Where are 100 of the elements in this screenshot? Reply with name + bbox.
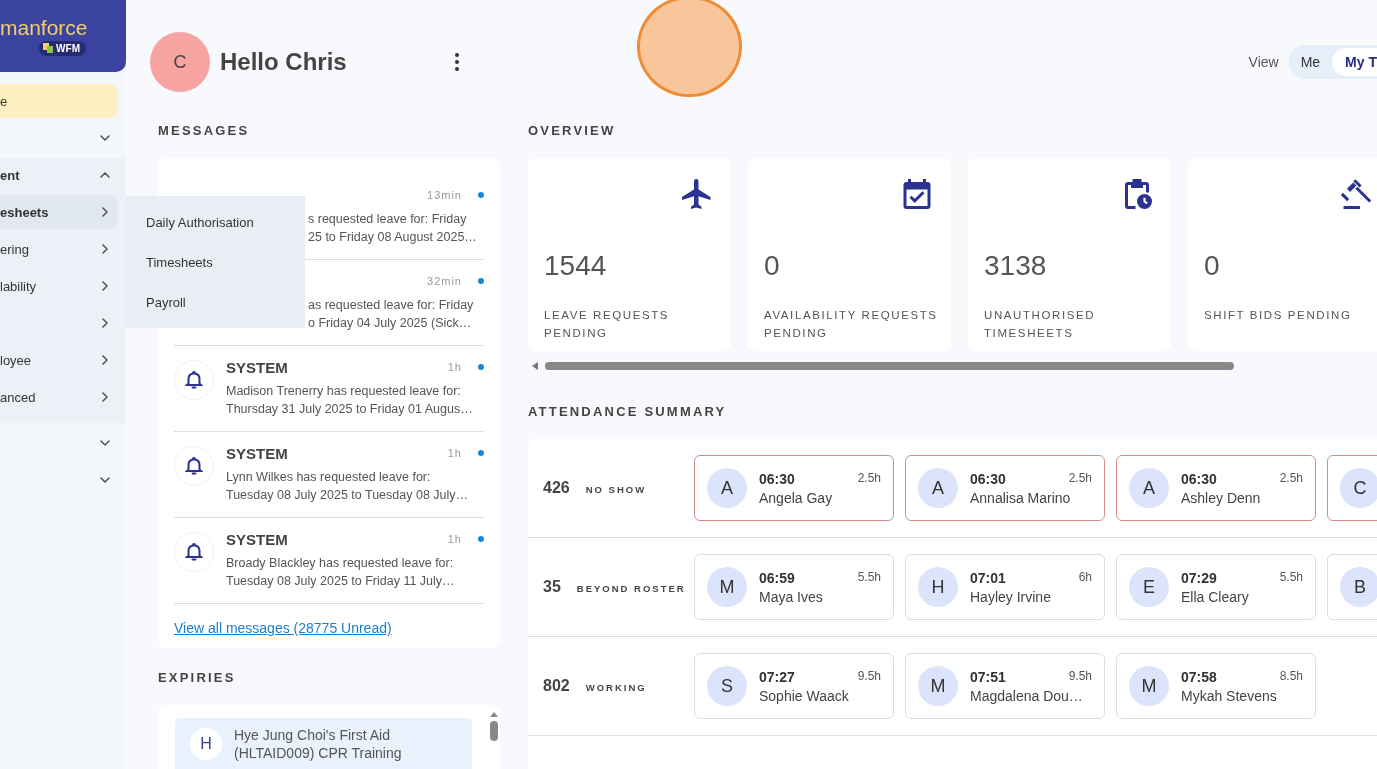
overview-card[interactable]: 1544 LEAVE REQUESTS PENDING bbox=[528, 158, 731, 351]
overview-card[interactable]: 3138 UNAUTHORISED TIMESHEETS bbox=[968, 158, 1171, 351]
overview-label: SHIFT BIDS PENDING bbox=[1204, 308, 1353, 323]
attendance-status: WORKING bbox=[585, 682, 647, 693]
view-option[interactable]: Me bbox=[1288, 48, 1333, 76]
shift-hours: 6h bbox=[1078, 569, 1092, 586]
shift-time: 06:30 bbox=[1181, 470, 1217, 487]
employee-card[interactable]: M 07:58 8.5h Mykah Stevens bbox=[1116, 653, 1316, 719]
employee-card[interactable]: A 06:30 2.5h Ashley Denn bbox=[1116, 455, 1316, 521]
message-text: s requested leave for: Friday bbox=[308, 211, 468, 228]
logo-icon bbox=[43, 43, 54, 53]
message-text: Broady Blackley has requested leave for: bbox=[226, 555, 455, 572]
logo-wordmark: manforce bbox=[0, 16, 88, 39]
shift-hours: 5.5h bbox=[1279, 569, 1303, 586]
shift-time: 07:29 bbox=[1181, 569, 1217, 586]
message-time: 1h bbox=[447, 533, 462, 545]
expiry-avatar: H bbox=[190, 728, 222, 760]
nav-label: lability bbox=[0, 278, 37, 294]
shift-time: 07:51 bbox=[970, 668, 1006, 685]
shift-time: 06:59 bbox=[759, 569, 795, 586]
shift-time: 07:01 bbox=[970, 569, 1006, 586]
employee-card[interactable]: M 07:51 9.5h Magdalena Dou… bbox=[905, 653, 1105, 719]
message-item[interactable]: SYSTEM 1h Broady Blackley has requested leave for: Tuesday 08 July 2025 to Friday 11 July… bbox=[174, 518, 484, 604]
bell-icon bbox=[185, 370, 203, 390]
attendance-count: 35 bbox=[543, 578, 561, 596]
overview-value: 0 bbox=[1204, 249, 1221, 283]
overview-value: 1544 bbox=[544, 249, 608, 283]
message-item[interactable]: SYSTEM 1h Madison Trenerry has requested leave for: Thursday 31 July 2025 to Friday 01 Augus… bbox=[174, 346, 484, 432]
employee-card[interactable]: C bbox=[1327, 455, 1377, 521]
employee-card[interactable]: A 06:30 2.5h Annalisa Marino bbox=[905, 455, 1105, 521]
employee-name: Angela Gay bbox=[759, 489, 834, 506]
overview-label: LEAVE REQUESTS PENDING bbox=[544, 308, 671, 341]
expiry-item[interactable]: H Hye Jung Choi's First Aid (HLTAID009) CPR Training bbox=[175, 718, 472, 769]
employee-name: Hayley Irvine bbox=[970, 588, 1052, 605]
message-text: Lynn Wilkes has requested leave for: bbox=[226, 469, 432, 486]
message-text: Madison Trenerry has requested leave for: bbox=[226, 383, 462, 400]
employee-name: Maya Ives bbox=[759, 588, 824, 605]
user-avatar: C bbox=[150, 32, 210, 92]
nav-item[interactable]: ent bbox=[0, 158, 118, 192]
nav-item[interactable]: loyee bbox=[0, 343, 118, 377]
overview-card[interactable]: 0 SHIFT BIDS PENDING bbox=[1188, 158, 1377, 351]
employee-avatar: B bbox=[1340, 567, 1377, 607]
employee-card[interactable]: M 06:59 5.5h Maya Ives bbox=[694, 554, 894, 620]
message-time: 1h bbox=[447, 361, 462, 373]
employee-avatar: A bbox=[1129, 468, 1169, 508]
overview-card[interactable]: 0 AVAILABILITY REQUESTS PENDING bbox=[748, 158, 951, 351]
employee-card[interactable]: S 07:27 9.5h Sophie Waack bbox=[694, 653, 894, 719]
employee-card[interactable]: A 06:30 2.5h Angela Gay bbox=[694, 455, 894, 521]
nav-item[interactable]: e bbox=[0, 84, 118, 118]
employee-avatar: M bbox=[1129, 666, 1169, 706]
message-time: 13min bbox=[427, 189, 462, 201]
employee-name: Ella Cleary bbox=[1181, 588, 1250, 605]
message-text: Tuesday 08 July 2025 to Friday 11 July… bbox=[226, 573, 456, 590]
message-text: 25 to Friday 08 August 2025… bbox=[308, 229, 478, 246]
attendance-count: 426 bbox=[543, 479, 570, 497]
nav-item[interactable]: ering bbox=[0, 232, 118, 266]
nav-label: esheets bbox=[0, 204, 49, 220]
employee-avatar: H bbox=[918, 567, 958, 607]
employee-name: Magdalena Dou… bbox=[970, 687, 1084, 704]
nav-label: e bbox=[0, 93, 8, 109]
nav-item[interactable]: anced bbox=[0, 380, 118, 414]
section-heading: OVERVIEW bbox=[528, 123, 617, 139]
shift-hours: 5.5h bbox=[857, 569, 881, 586]
view-option[interactable]: My T bbox=[1332, 48, 1377, 76]
product-badge: WFM bbox=[39, 40, 86, 56]
message-item[interactable]: SYSTEM 1h Lynn Wilkes has requested leave for: Tuesday 08 July 2025 to Tuesday 08 July… bbox=[174, 432, 484, 518]
view-toggle[interactable]: Me My T bbox=[1288, 45, 1377, 79]
shift-hours: 9.5h bbox=[857, 668, 881, 685]
employee-card[interactable]: H 07:01 6h Hayley Irvine bbox=[905, 554, 1105, 620]
employee-card[interactable]: E 07:29 5.5h Ella Cleary bbox=[1116, 554, 1316, 620]
nav-item[interactable]: lability bbox=[0, 269, 118, 303]
section-heading: EXPIRIES bbox=[158, 670, 237, 686]
overview-value: 3138 bbox=[984, 249, 1048, 283]
employee-name: Annalisa Marino bbox=[970, 489, 1072, 506]
greeting-title: Hello Chris bbox=[220, 48, 348, 76]
employee-name: Sophie Waack bbox=[759, 687, 850, 704]
employee-avatar: S bbox=[707, 666, 747, 706]
message-text: Thursday 31 July 2025 to Friday 01 Augus… bbox=[226, 401, 474, 418]
nav-item[interactable]: esheets bbox=[0, 195, 118, 229]
expiry-text: Hye Jung Choi's First Aid (HLTAID009) CPR Training bbox=[234, 726, 403, 763]
employee-avatar: E bbox=[1129, 567, 1169, 607]
message-sender: SYSTEM bbox=[226, 444, 289, 462]
nav-label: ering bbox=[0, 241, 29, 257]
message-text: Tuesday 08 July 2025 to Tuesday 08 July… bbox=[226, 487, 470, 504]
nav-label: anced bbox=[0, 389, 36, 405]
employee-card[interactable]: B bbox=[1327, 554, 1377, 620]
message-text: o Friday 04 July 2025 (Sick… bbox=[308, 315, 473, 332]
employee-avatar: A bbox=[918, 468, 958, 508]
view-all-link[interactable]: View all messages (28775 Unread) bbox=[174, 620, 392, 636]
attendance-status: BEYOND ROSTER bbox=[576, 583, 686, 594]
message-text: as requested leave for: Friday bbox=[308, 297, 475, 314]
shift-time: 07:27 bbox=[759, 668, 795, 685]
nav-label: loyee bbox=[0, 352, 32, 368]
employee-avatar: M bbox=[918, 666, 958, 706]
shift-hours: 2.5h bbox=[1068, 470, 1092, 487]
overview-value: 0 bbox=[764, 249, 781, 283]
shift-hours: 2.5h bbox=[1279, 470, 1303, 487]
overview-label: UNAUTHORISED TIMESHEETS bbox=[984, 308, 1097, 341]
section-heading: ATTENDANCE SUMMARY bbox=[528, 404, 728, 420]
nav-label: ent bbox=[0, 167, 20, 183]
